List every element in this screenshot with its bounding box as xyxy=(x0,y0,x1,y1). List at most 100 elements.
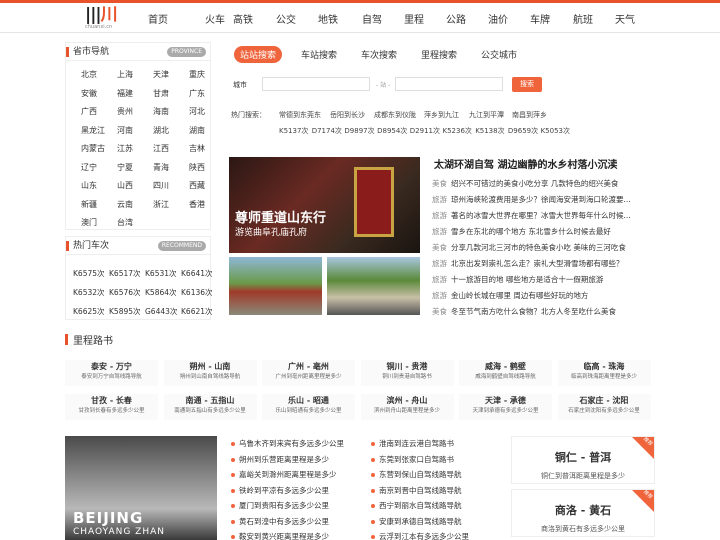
province-item[interactable]: 黑龙江 xyxy=(81,125,105,136)
province-item[interactable]: 陕西 xyxy=(189,162,205,173)
province-item[interactable]: 河南 xyxy=(117,125,133,136)
hot-train-link[interactable]: D9897次 xyxy=(344,126,374,136)
news-item[interactable]: 旅游 金山岭长城在哪里 周边有哪些好玩的地方 xyxy=(432,290,588,301)
hot-train-item[interactable]: K6641次 xyxy=(181,268,213,279)
headline-link[interactable]: 太湖环湖自驾 湖边幽静的水乡村落小沉渎 xyxy=(434,156,617,171)
nav-item[interactable]: 高铁 xyxy=(233,11,253,26)
mileage-card[interactable]: 威海 - 鹤壁 威海到鹤壁自驾线路导航 xyxy=(459,360,552,386)
province-item[interactable]: 广东 xyxy=(189,88,205,99)
nav-item[interactable]: 航班 xyxy=(573,11,593,26)
hot-train-item[interactable]: K6136次 xyxy=(181,287,213,298)
province-item[interactable]: 新疆 xyxy=(81,199,97,210)
province-item[interactable]: 河北 xyxy=(189,106,205,117)
hot-train-item[interactable]: K6517次 xyxy=(109,268,141,279)
news-item[interactable]: 旅游 著名的冰雪大世界在哪里？冰雪大世界每年什么时候... xyxy=(432,210,631,221)
hot-train-link[interactable]: K5138次 xyxy=(475,126,504,136)
route-link[interactable]: 南京到晋中自驾线路导航 xyxy=(371,485,462,496)
hot-train-link[interactable]: K5137次 xyxy=(279,126,308,136)
mileage-card[interactable]: 石家庄 - 沈阳 石家庄到沈阳有多远多少公里 xyxy=(557,394,651,420)
hot-train-link[interactable]: D8954次 xyxy=(377,126,407,136)
province-item[interactable]: 四川 xyxy=(153,180,169,191)
hot-search-link[interactable]: 九江到平潭 xyxy=(469,110,504,120)
route-link[interactable]: 淮南到连云港自驾路书 xyxy=(371,438,454,449)
hot-train-item[interactable]: K6576次 xyxy=(109,287,141,298)
route-link[interactable]: 乌鲁木齐到来宾有多远多少公里 xyxy=(231,438,344,449)
nav-item[interactable]: 自驾 xyxy=(362,11,382,26)
search-button[interactable]: 搜索 xyxy=(512,77,542,92)
province-item[interactable]: 重庆 xyxy=(189,69,205,80)
province-item[interactable]: 湖北 xyxy=(153,125,169,136)
news-item[interactable]: 旅游 雪乡在东北的哪个地方 东北雪乡什么时候去最好 xyxy=(432,226,611,237)
province-item[interactable]: 甘肃 xyxy=(153,88,169,99)
recommend-card[interactable]: 推荐 商洛 - 黄石 商洛到黄石有多远多少公里 xyxy=(511,489,655,537)
news-title[interactable]: 绍兴不可错过的美食小吃分享 几款特色的绍兴美食 xyxy=(451,179,618,188)
province-item[interactable]: 青海 xyxy=(153,162,169,173)
province-item[interactable]: 宁夏 xyxy=(117,162,133,173)
nav-item[interactable]: 里程 xyxy=(404,11,424,26)
route-link[interactable]: 云浮到江本有多远多少公里 xyxy=(371,531,469,540)
province-item[interactable]: 福建 xyxy=(117,88,133,99)
station-photo[interactable]: BEIJING CHAOYANG ZHAN xyxy=(65,436,217,540)
province-item[interactable]: 云南 xyxy=(117,199,133,210)
route-link[interactable]: 朔州到乐营距离里程是多少 xyxy=(231,454,329,465)
news-title[interactable]: 北京出发到崇礼怎么走？崇礼大型滑雪场都有哪些？ xyxy=(451,259,624,268)
nav-item[interactable]: 公路 xyxy=(446,11,466,26)
province-item[interactable]: 吉林 xyxy=(189,143,205,154)
mileage-card[interactable]: 滨州 - 舟山 滨州到舟山距离里程是多少 xyxy=(360,394,454,420)
province-item[interactable]: 海南 xyxy=(153,106,169,117)
route-link[interactable]: 西宁到丽水自驾线路导航 xyxy=(371,500,462,511)
hot-train-item[interactable]: K6531次 xyxy=(145,268,177,279)
hot-train-link[interactable]: K5053次 xyxy=(541,126,570,136)
search-tab[interactable]: 车站搜索 xyxy=(301,48,337,61)
mileage-card[interactable]: 乐山 - 昭通 乐山到昭通有多远多少公里 xyxy=(262,394,355,420)
province-item[interactable]: 安徽 xyxy=(81,88,97,99)
hot-train-link[interactable]: D7174次 xyxy=(312,126,342,136)
news-item[interactable]: 美食 绍兴不可错过的美食小吃分享 几款特色的绍兴美食 xyxy=(432,178,618,189)
search-tab[interactable]: 车次搜索 xyxy=(361,48,397,61)
nav-item[interactable]: 车牌 xyxy=(530,11,550,26)
search-tab[interactable]: 里程搜索 xyxy=(421,48,457,61)
mileage-card[interactable]: 甘孜 - 长春 甘孜到长春有多远多少公里 xyxy=(65,394,158,420)
news-title[interactable]: 著名的冰雪大世界在哪里？冰雪大世界每年什么时候... xyxy=(451,211,631,220)
hot-train-item[interactable]: G6443次 xyxy=(145,306,177,317)
province-item[interactable]: 辽宁 xyxy=(81,162,97,173)
route-link[interactable]: 鞍安到黄兴距离里程是多少 xyxy=(231,531,329,540)
province-item[interactable]: 贵州 xyxy=(117,106,133,117)
route-link[interactable]: 东营到保山自驾线路导航 xyxy=(371,469,462,480)
news-title[interactable]: 分享几款河北三河市的特色美食小吃 美味的三河吃食 xyxy=(451,243,626,252)
feature-image[interactable]: 尊师重道山东行 游览曲阜孔庙孔府 xyxy=(229,157,420,253)
hot-train-link[interactable]: D9659次 xyxy=(508,126,538,136)
route-link[interactable]: 安康到承德自驾线路导航 xyxy=(371,516,462,527)
province-item[interactable]: 北京 xyxy=(81,69,97,80)
hot-train-item[interactable]: K5895次 xyxy=(109,306,141,317)
province-item[interactable]: 浙江 xyxy=(153,199,169,210)
hot-train-item[interactable]: K6532次 xyxy=(73,287,105,298)
route-link[interactable]: 铁岭到平凉有多远多少公里 xyxy=(231,485,329,496)
mileage-card[interactable]: 临高 - 珠海 临高到珠海距离里程是多少 xyxy=(557,360,651,386)
nav-item[interactable]: 地铁 xyxy=(318,11,338,26)
hot-train-item[interactable]: K5864次 xyxy=(145,287,177,298)
news-item[interactable]: 旅游 琼州海峡轮渡费用是多少？徐闻海安港到海口轮渡要... xyxy=(432,194,631,205)
province-item[interactable]: 上海 xyxy=(117,69,133,80)
hot-search-link[interactable]: 常德到东莞东 xyxy=(279,110,321,120)
route-link[interactable]: 厦门到贵阳有多远多少公里 xyxy=(231,500,329,511)
mileage-card[interactable]: 天津 - 承德 天津到承德有多远多少公里 xyxy=(459,394,552,420)
hot-search-link[interactable]: 成都东到仪陇 xyxy=(374,110,416,120)
search-tab[interactable]: 站站搜索 xyxy=(234,46,283,63)
news-title[interactable]: 冬至节气南方吃什么食物？北方人冬至吃什么美食 xyxy=(451,307,616,316)
province-item[interactable]: 澳门 xyxy=(81,217,97,228)
route-link[interactable]: 东莞到张家口自驾路书 xyxy=(371,454,454,465)
news-item[interactable]: 旅游 北京出发到崇礼怎么走？崇礼大型滑雪场都有哪些？ xyxy=(432,258,624,269)
hot-train-link[interactable]: K5236次 xyxy=(443,126,472,136)
province-item[interactable]: 香港 xyxy=(189,199,205,210)
province-item[interactable]: 西藏 xyxy=(189,180,205,191)
province-item[interactable]: 天津 xyxy=(153,69,169,80)
mileage-card[interactable]: 泰安 - 万宁 泰安到万宁自驾线路导航 xyxy=(65,360,158,386)
hot-train-item[interactable]: K6625次 xyxy=(73,306,105,317)
hot-train-link[interactable]: D2911次 xyxy=(410,126,440,136)
temple-photo-thumb[interactable] xyxy=(229,257,322,315)
nav-item[interactable]: 火车 xyxy=(205,11,225,26)
province-item[interactable]: 山西 xyxy=(117,180,133,191)
news-title[interactable]: 金山岭长城在哪里 周边有哪些好玩的地方 xyxy=(451,291,588,300)
hot-train-item[interactable]: K6575次 xyxy=(73,268,105,279)
